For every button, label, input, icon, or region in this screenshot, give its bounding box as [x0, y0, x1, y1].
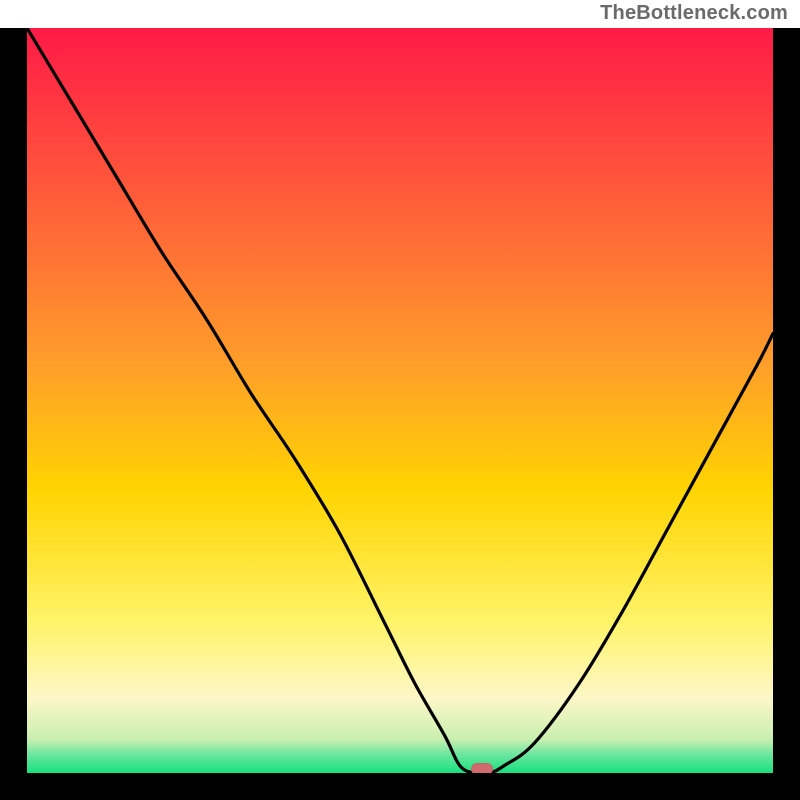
attribution-text: TheBottleneck.com — [600, 2, 788, 25]
background-gradient — [27, 28, 773, 773]
plot-area — [27, 28, 773, 773]
chart-container: TheBottleneck.com — [0, 0, 800, 800]
optimum-marker — [471, 763, 493, 773]
plot-frame — [0, 28, 800, 800]
